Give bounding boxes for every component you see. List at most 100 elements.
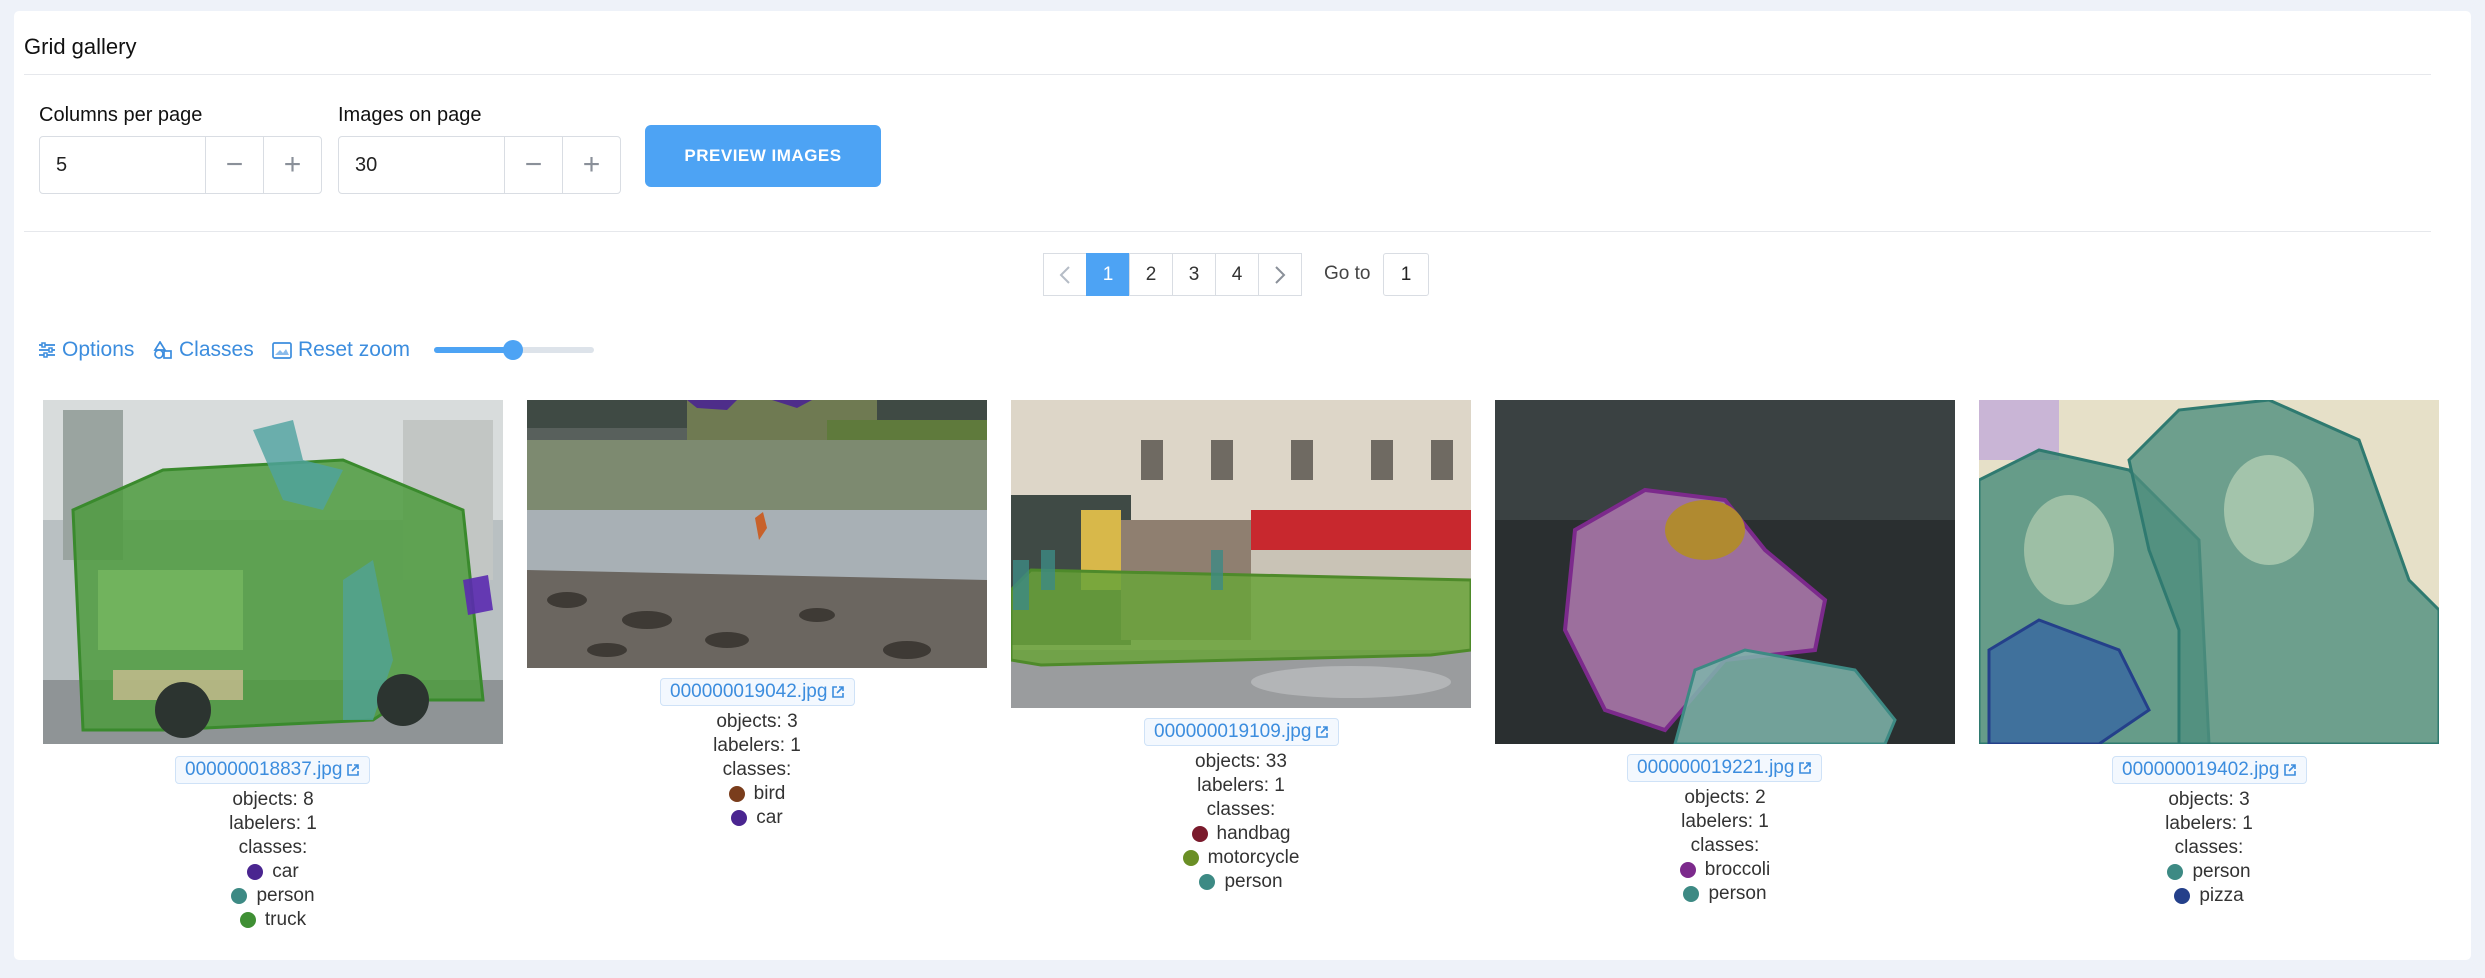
class-name: person: [1708, 883, 1767, 904]
class-item: person: [1495, 882, 1955, 906]
page-button-4[interactable]: 4: [1215, 253, 1259, 296]
class-item: car: [43, 860, 503, 884]
controls-divider: [24, 231, 2431, 232]
classes-button[interactable]: Classes: [153, 338, 254, 362]
thumbnail-image-4[interactable]: [1495, 400, 1955, 744]
objects-count: objects: 3: [716, 711, 798, 732]
class-name: motorcycle: [1207, 847, 1300, 868]
class-item: truck: [43, 908, 503, 932]
filename-link[interactable]: 000000019042.jpg: [660, 678, 856, 706]
class-color-dot: [1191, 826, 1208, 842]
shapes-icon: [153, 341, 172, 359]
goto-page-input[interactable]: 1: [1383, 253, 1429, 296]
class-item: person: [1011, 870, 1471, 894]
columns-label: Columns per page: [39, 104, 203, 126]
preview-images-button[interactable]: PREVIEW IMAGES: [645, 125, 881, 187]
sliders-icon: [39, 342, 55, 358]
classes-heading: classes:: [1206, 799, 1276, 820]
class-item: person: [1979, 860, 2439, 884]
class-item: person: [43, 884, 503, 908]
classes-label: Classes: [179, 338, 254, 361]
classes-heading: classes:: [1690, 835, 1760, 856]
external-link-icon: [1799, 762, 1812, 774]
chevron-right-icon: [1275, 265, 1286, 284]
filename-link[interactable]: 000000019402.jpg: [2112, 756, 2308, 784]
class-item: broccoli: [1495, 858, 1955, 882]
external-link-icon: [1316, 726, 1329, 738]
class-name: car: [272, 861, 299, 882]
prev-page-button[interactable]: [1043, 253, 1087, 296]
columns-input[interactable]: 5: [40, 137, 205, 193]
classes-heading: classes:: [238, 837, 308, 858]
class-color-dot: [1683, 886, 1700, 902]
class-name: truck: [264, 909, 307, 930]
classes-heading: classes:: [2174, 837, 2244, 858]
class-color-dot: [2167, 864, 2184, 880]
class-name: car: [756, 807, 783, 828]
class-item: car: [527, 806, 987, 830]
images-increment-button[interactable]: +: [562, 137, 620, 193]
class-color-dot: [247, 864, 264, 880]
filename-text: 000000019221.jpg: [1637, 757, 1795, 778]
class-name: pizza: [2199, 885, 2244, 906]
goto-label: Go to: [1324, 263, 1371, 284]
options-button[interactable]: Options: [38, 338, 134, 362]
class-color-dot: [2174, 888, 2191, 904]
filename-link[interactable]: 000000019221.jpg: [1627, 754, 1823, 782]
pagination: 1 2 3 4: [1043, 253, 1302, 296]
class-color-dot: [731, 810, 748, 826]
images-input[interactable]: 30: [339, 137, 504, 193]
class-name: bird: [753, 783, 786, 804]
tile-meta: objects: 8 labelers: 1 classes: car pers…: [43, 788, 503, 932]
external-link-icon: [347, 764, 360, 776]
reset-zoom-button[interactable]: Reset zoom: [272, 338, 410, 362]
title-divider: [24, 74, 2431, 75]
class-color-dot: [231, 888, 248, 904]
filename-link[interactable]: 000000018837.jpg: [175, 756, 371, 784]
class-name: person: [2192, 861, 2251, 882]
class-item: bird: [527, 782, 987, 806]
filename-link[interactable]: 000000019109.jpg: [1144, 718, 1340, 746]
external-link-icon: [2284, 764, 2297, 776]
objects-count: objects: 8: [232, 789, 314, 810]
class-name: broccoli: [1704, 859, 1771, 880]
page-button-2[interactable]: 2: [1129, 253, 1173, 296]
labelers-count: labelers: 1: [2165, 813, 2253, 834]
thumbnail-image-3[interactable]: [1011, 400, 1471, 708]
filename-text: 000000018837.jpg: [185, 759, 343, 780]
labelers-count: labelers: 1: [713, 735, 801, 756]
filename-text: 000000019402.jpg: [2122, 759, 2280, 780]
zoom-slider-handle[interactable]: [503, 340, 523, 360]
class-color-dot: [1199, 874, 1216, 890]
objects-count: objects: 3: [2168, 789, 2250, 810]
objects-count: objects: 2: [1684, 787, 1766, 808]
class-color-dot: [1679, 862, 1696, 878]
page-button-1[interactable]: 1: [1086, 253, 1130, 296]
images-decrement-button[interactable]: −: [504, 137, 562, 193]
page-button-3[interactable]: 3: [1172, 253, 1216, 296]
thumbnail-image-1[interactable]: [43, 400, 503, 744]
image-icon: [272, 341, 292, 359]
class-name: person: [256, 885, 315, 906]
zoom-slider-fill: [434, 347, 514, 353]
thumbnail-image-2[interactable]: [527, 400, 987, 668]
class-color-dot: [728, 786, 745, 802]
columns-increment-button[interactable]: +: [263, 137, 321, 193]
class-name: person: [1224, 871, 1283, 892]
filename-text: 000000019109.jpg: [1154, 721, 1312, 742]
class-item: pizza: [1979, 884, 2439, 908]
thumbnail-image-5[interactable]: [1979, 400, 2439, 744]
columns-decrement-button[interactable]: −: [205, 137, 263, 193]
chevron-left-icon: [1059, 265, 1070, 284]
labelers-count: labelers: 1: [1681, 811, 1769, 832]
class-item: handbag: [1011, 822, 1471, 846]
labelers-count: labelers: 1: [229, 813, 317, 834]
next-page-button[interactable]: [1258, 253, 1302, 296]
filename-text: 000000019042.jpg: [670, 681, 828, 702]
columns-stepper: 5 − +: [39, 136, 322, 194]
labelers-count: labelers: 1: [1197, 775, 1285, 796]
tile-meta: objects: 3 labelers: 1 classes: person p…: [1979, 788, 2439, 908]
class-color-dot: [1182, 850, 1199, 866]
options-label: Options: [62, 338, 135, 361]
tile-meta: objects: 33 labelers: 1 classes: handbag…: [1011, 750, 1471, 894]
